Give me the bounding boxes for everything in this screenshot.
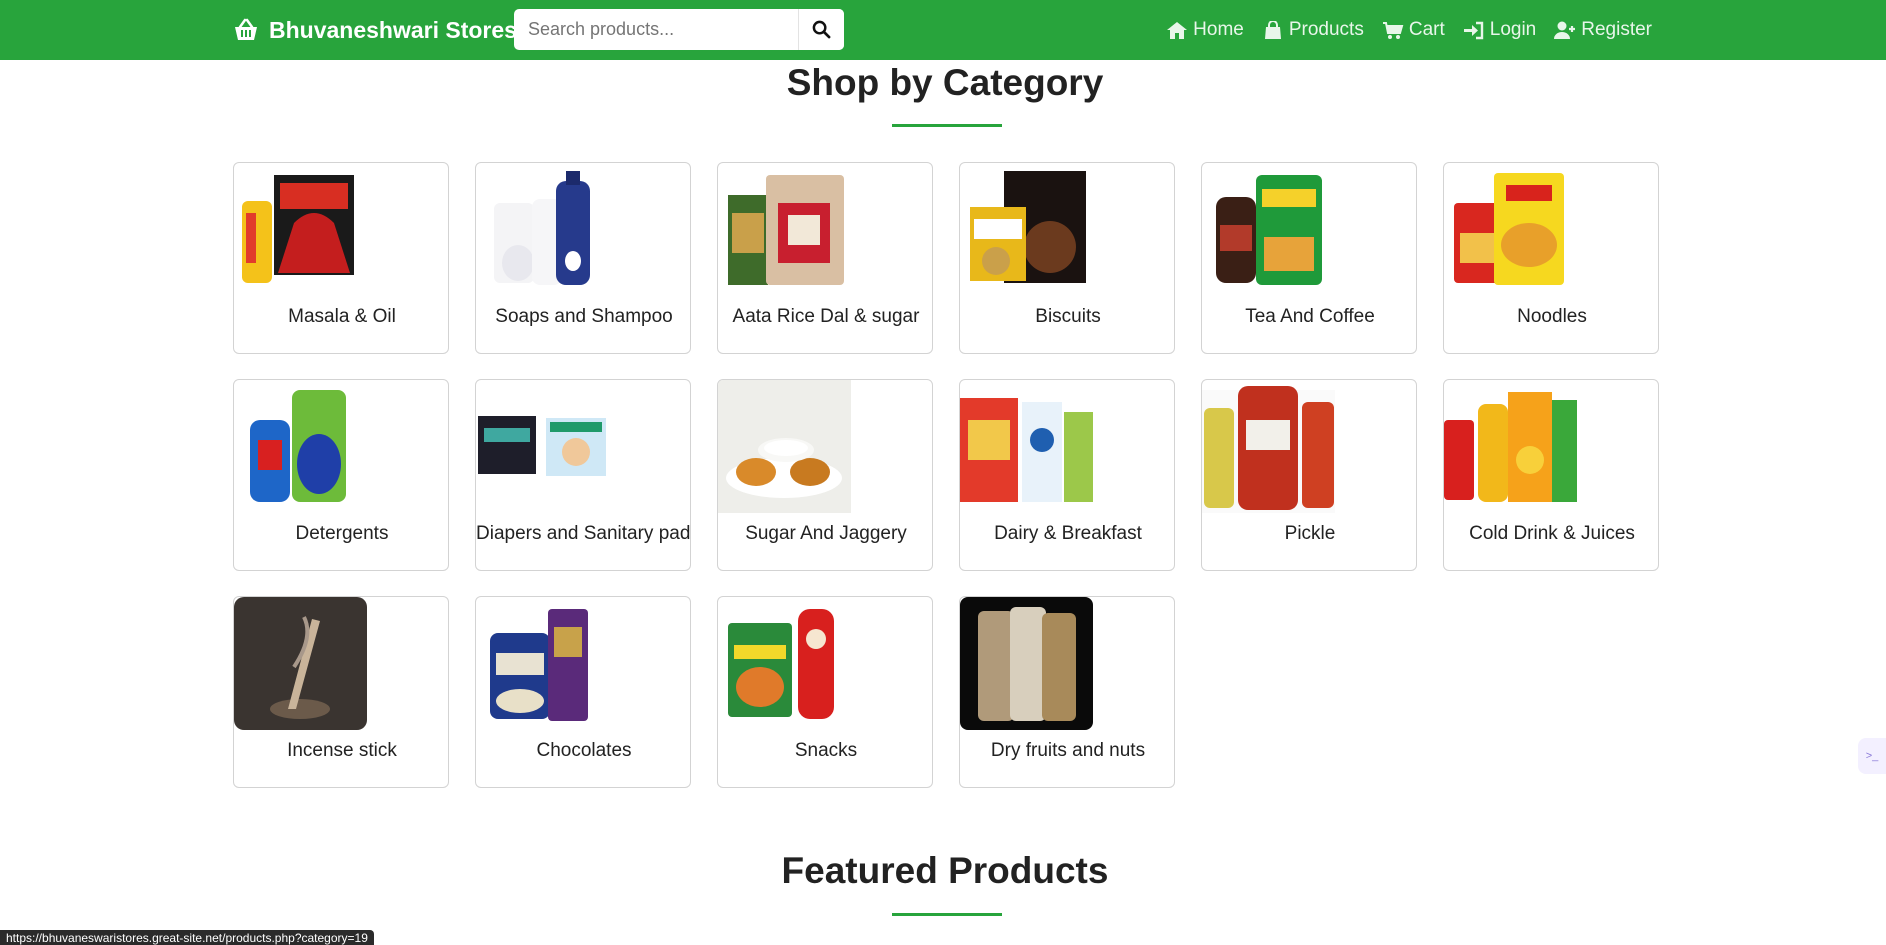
shop-by-category-title: Shop by Category (786, 62, 1104, 103)
browser-status-url: https://bhuvaneswaristores.great-site.ne… (0, 930, 374, 945)
top-navbar: Bhuvaneshwari Stores Home Products Cart … (0, 0, 1886, 60)
category-image (1444, 163, 1577, 296)
category-image (1202, 380, 1335, 513)
title-underline (892, 124, 1002, 127)
category-label: Snacks (794, 740, 858, 761)
category-image (960, 597, 1093, 730)
brand-logo[interactable]: Bhuvaneshwari Stores (233, 13, 517, 47)
category-card-dry-fruits-nuts[interactable]: Dry fruits and nuts (959, 596, 1175, 788)
category-label: Tea And Coffee (1245, 306, 1375, 327)
nav-cart[interactable]: Cart (1382, 19, 1445, 41)
search-button[interactable] (798, 9, 844, 50)
category-card-dairy-breakfast[interactable]: Dairy & Breakfast (959, 379, 1175, 571)
nav-links: Home Products Cart Login Register (1148, 0, 1652, 60)
category-label: Aata Rice Dal & sugar (732, 306, 920, 327)
nav-register-label: Register (1581, 19, 1652, 40)
category-label: Pickle (1284, 523, 1336, 544)
nav-home[interactable]: Home (1166, 19, 1244, 41)
category-card-tea-coffee[interactable]: Tea And Coffee (1201, 162, 1417, 354)
category-image (1202, 163, 1335, 296)
basket-icon (235, 18, 257, 40)
category-label: Diapers and Sanitary pads (476, 523, 691, 544)
category-image (234, 380, 367, 513)
category-image (234, 597, 367, 730)
category-image (476, 163, 609, 296)
category-image (960, 163, 1093, 296)
category-image (476, 597, 609, 730)
nav-login-label: Login (1489, 19, 1537, 40)
category-card-incense-stick[interactable]: Incense stick (233, 596, 449, 788)
search-bar (514, 9, 844, 50)
shopping-bag-icon (1264, 20, 1281, 39)
home-icon (1167, 21, 1188, 39)
category-label: Sugar And Jaggery (745, 523, 907, 544)
category-card-snacks[interactable]: Snacks (717, 596, 933, 788)
category-label: Masala & Oil (288, 306, 396, 327)
category-label: Cold Drink & Juices (1469, 523, 1635, 544)
nav-cart-label: Cart (1408, 19, 1445, 40)
search-input[interactable] (514, 9, 798, 50)
category-card-chocolates[interactable]: Chocolates (475, 596, 691, 788)
cart-icon (1382, 21, 1404, 39)
category-image (718, 163, 851, 296)
category-card-pickle[interactable]: Pickle (1201, 379, 1417, 571)
side-widget-tab[interactable]: >_ (1858, 738, 1886, 774)
title-underline (892, 913, 1002, 916)
brand-name: Bhuvaneshwari Stores (269, 16, 517, 43)
category-label: Biscuits (1035, 306, 1101, 327)
category-label: Noodles (1517, 306, 1587, 327)
category-label: Soaps and Shampoo (495, 306, 673, 327)
login-icon (1463, 21, 1483, 39)
category-image (1444, 380, 1577, 513)
category-label: Dairy & Breakfast (994, 523, 1142, 544)
nav-products[interactable]: Products (1262, 19, 1364, 41)
nav-register[interactable]: Register (1554, 19, 1652, 41)
category-image (234, 163, 367, 296)
user-plus-icon (1554, 21, 1576, 39)
category-label: Chocolates (536, 740, 632, 761)
category-label: Dry fruits and nuts (990, 740, 1146, 761)
category-label: Incense stick (287, 740, 397, 761)
category-card-masala-oil[interactable]: Masala & Oil (233, 162, 449, 354)
category-card-detergents[interactable]: Detergents (233, 379, 449, 571)
code-icon: >_ (1865, 750, 1879, 762)
search-icon (812, 20, 831, 39)
category-image (960, 380, 1093, 513)
nav-login[interactable]: Login (1463, 19, 1537, 41)
category-image (718, 597, 851, 730)
featured-products-title: Featured Products (781, 850, 1109, 891)
category-image (718, 380, 851, 513)
category-card-cold-drink-juices[interactable]: Cold Drink & Juices (1443, 379, 1659, 571)
nav-products-label: Products (1288, 19, 1364, 40)
nav-home-label: Home (1193, 19, 1244, 40)
category-card-noodles[interactable]: Noodles (1443, 162, 1659, 354)
category-card-sugar-jaggery[interactable]: Sugar And Jaggery (717, 379, 933, 571)
category-card-soaps-shampoo[interactable]: Soaps and Shampoo (475, 162, 691, 354)
category-label: Detergents (295, 523, 389, 544)
category-card-biscuits[interactable]: Biscuits (959, 162, 1175, 354)
category-card-aata-rice[interactable]: Aata Rice Dal & sugar (717, 162, 933, 354)
category-card-diapers-sanitary[interactable]: Diapers and Sanitary pads (475, 379, 691, 571)
category-image (476, 380, 609, 513)
